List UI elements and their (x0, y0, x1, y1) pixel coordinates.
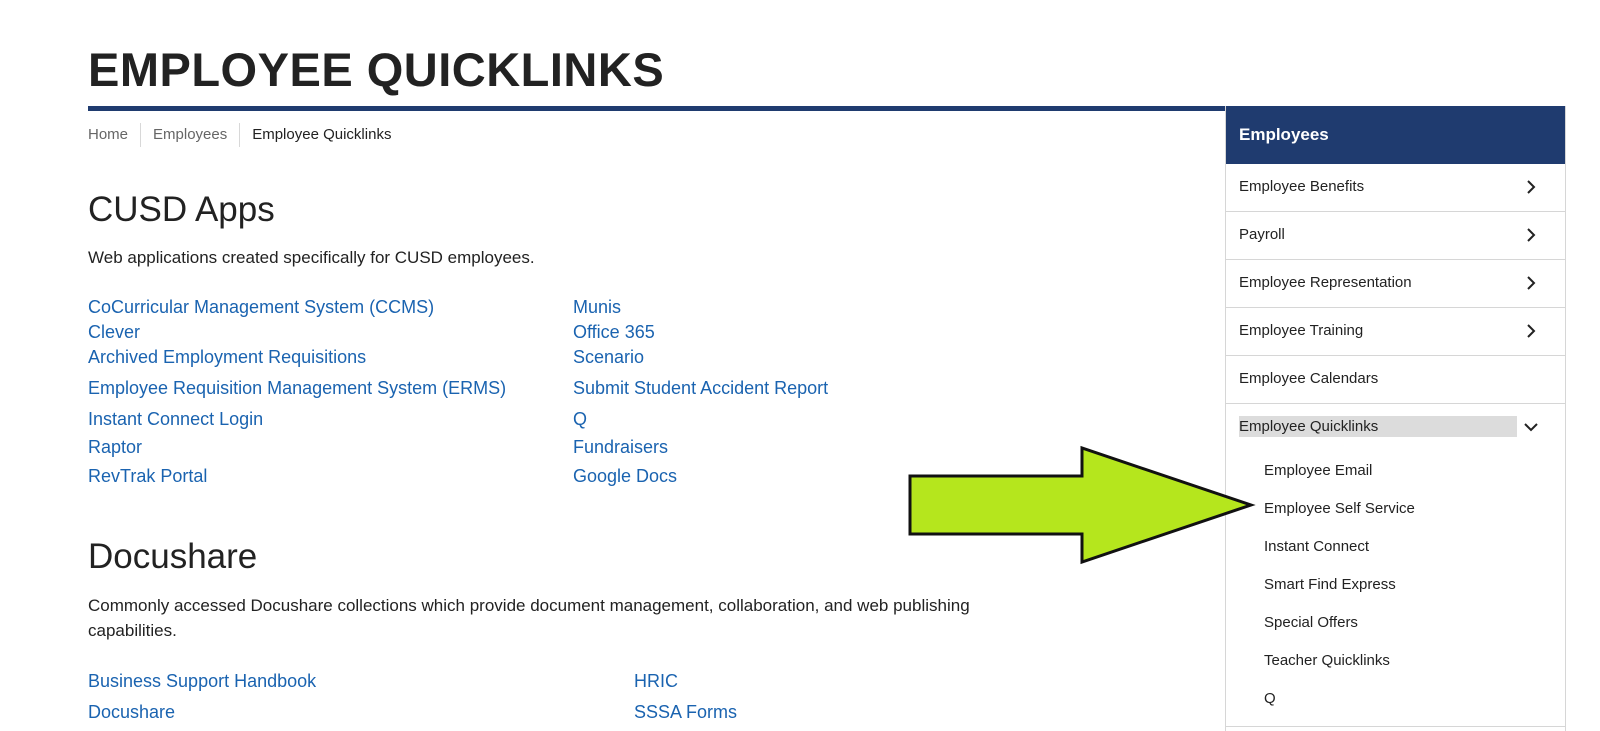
link-fundraisers[interactable]: Fundraisers (573, 435, 668, 459)
link-scenario[interactable]: Scenario (573, 345, 644, 369)
link-revtrak-portal[interactable]: RevTrak Portal (88, 464, 207, 488)
sidebar-subitem-employee-email[interactable]: Employee Email (1226, 452, 1565, 490)
link-business-support-handbook[interactable]: Business Support Handbook (88, 669, 316, 693)
link-google-docs[interactable]: Google Docs (573, 464, 677, 488)
apps-heading: CUSD Apps (88, 190, 275, 229)
sidebar-subitem-special-offers[interactable]: Special Offers (1226, 604, 1565, 642)
link-accident-report[interactable]: Submit Student Accident Report (573, 376, 828, 400)
docushare-description-line1: Commonly accessed Docushare collections … (88, 596, 970, 615)
link-munis[interactable]: Munis (573, 295, 621, 319)
sidebar-subitem-instant-connect[interactable]: Instant Connect (1226, 528, 1565, 566)
sidebar-item-label: Employee Representation (1239, 274, 1412, 291)
chevron-down-icon[interactable] (1523, 404, 1539, 450)
sidebar-header[interactable]: Employees (1226, 106, 1565, 164)
chevron-right-icon[interactable] (1523, 260, 1539, 306)
link-ccms[interactable]: CoCurricular Management System (CCMS) (88, 295, 434, 319)
link-archived-requisitions[interactable]: Archived Employment Requisitions (88, 345, 366, 369)
apps-description: Web applications created specifically fo… (88, 248, 535, 267)
sidebar-item-label: Payroll (1239, 226, 1285, 243)
docushare-description-line2: capabilities. (88, 621, 177, 640)
page: EMPLOYEE QUICKLINKS Home Employees Emplo… (0, 0, 1600, 731)
sidebar-item-employee-training[interactable]: Employee Training (1226, 308, 1565, 356)
sidebar-subitem-employee-self-service[interactable]: Employee Self Service (1226, 490, 1565, 528)
link-hric[interactable]: HRIC (634, 669, 678, 693)
link-erms[interactable]: Employee Requisition Management System (… (88, 376, 506, 400)
link-clever[interactable]: Clever (88, 320, 140, 344)
sidebar-item-employee-representation[interactable]: Employee Representation (1226, 260, 1565, 308)
sidebar-subitem-smart-find-express[interactable]: Smart Find Express (1226, 566, 1565, 604)
sidebar-item-employee-quicklinks[interactable]: Employee Quicklinks (1226, 404, 1565, 452)
sidebar-nav: Employees Employee Benefits Payroll Empl… (1225, 106, 1566, 731)
chevron-right-icon[interactable] (1523, 308, 1539, 354)
chevron-right-icon[interactable] (1523, 164, 1539, 210)
docushare-heading: Docushare (88, 537, 258, 576)
sidebar-subitem-teacher-quicklinks[interactable]: Teacher Quicklinks (1226, 642, 1565, 680)
breadcrumb-employees[interactable]: Employees (140, 123, 239, 147)
link-q[interactable]: Q (573, 407, 587, 431)
sidebar-subitem-q[interactable]: Q (1226, 680, 1565, 718)
breadcrumb-current: Employee Quicklinks (239, 123, 403, 147)
sidebar-item-label: Employee Training (1239, 322, 1364, 339)
sidebar-item-label: Employee Calendars (1239, 370, 1379, 387)
link-sssa-forms[interactable]: SSSA Forms (634, 700, 737, 724)
breadcrumb-home[interactable]: Home (88, 123, 140, 147)
sidebar-item-employee-benefits[interactable]: Employee Benefits (1226, 164, 1565, 212)
breadcrumb: Home Employees Employee Quicklinks (88, 123, 403, 147)
sidebar-divider (1226, 726, 1565, 727)
page-title: EMPLOYEE QUICKLINKS (88, 43, 665, 96)
sidebar-item-payroll[interactable]: Payroll (1226, 212, 1565, 260)
link-docushare[interactable]: Docushare (88, 700, 175, 724)
link-instant-connect-login[interactable]: Instant Connect Login (88, 407, 263, 431)
link-raptor[interactable]: Raptor (88, 435, 142, 459)
sidebar-item-label: Employee Quicklinks (1239, 416, 1517, 437)
chevron-right-icon[interactable] (1523, 212, 1539, 258)
link-office-365[interactable]: Office 365 (573, 320, 655, 344)
sidebar-item-label: Employee Benefits (1239, 178, 1365, 195)
sidebar-item-employee-calendars[interactable]: Employee Calendars (1226, 356, 1565, 404)
